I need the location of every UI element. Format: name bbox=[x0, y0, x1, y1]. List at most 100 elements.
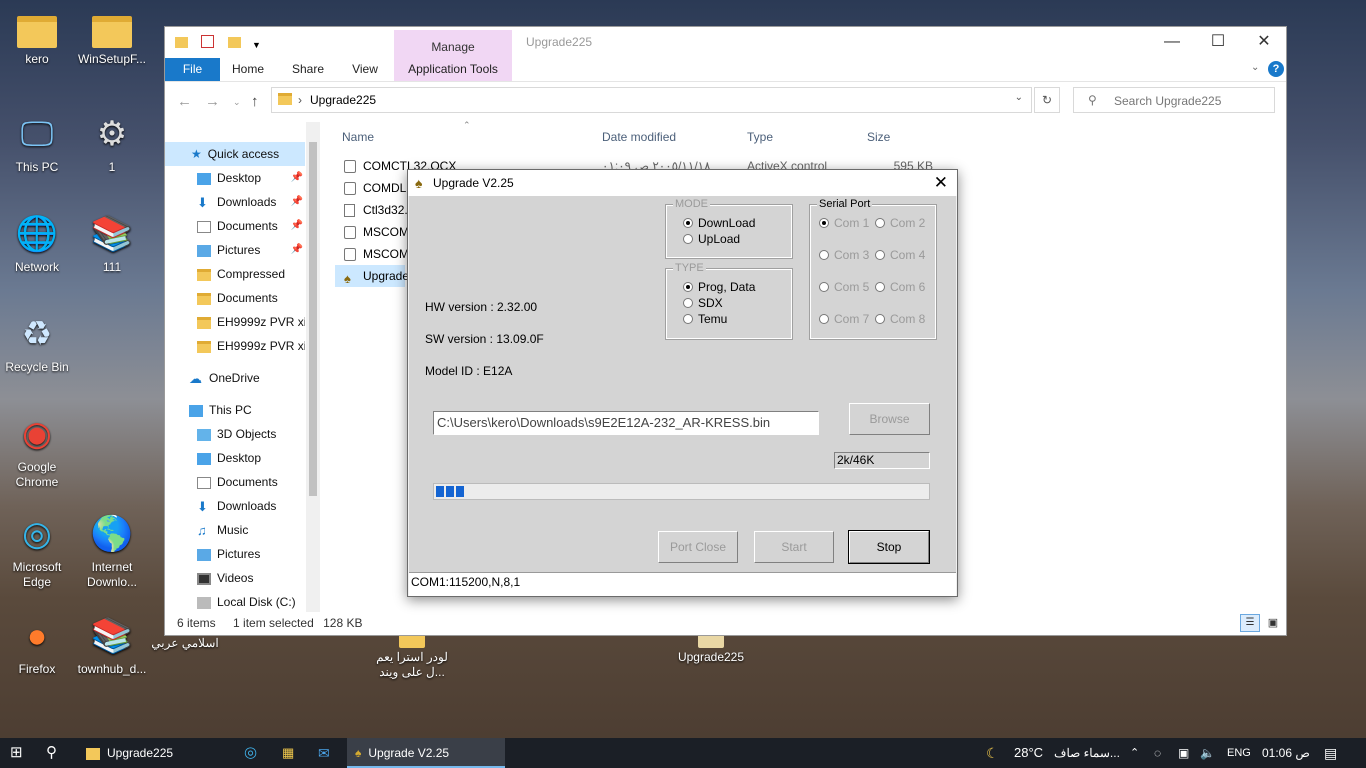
desktop-icon-arabic[interactable]: اسلامي عربي bbox=[150, 636, 220, 651]
desktop-icon-recycle-bin[interactable]: ♻ Recycle Bin bbox=[2, 312, 72, 375]
search-input[interactable]: ⚲ Search Upgrade225 bbox=[1073, 87, 1275, 113]
refresh-icon[interactable]: ↻ bbox=[1034, 87, 1060, 113]
taskbar-item-explorer[interactable]: Upgrade225 bbox=[80, 738, 238, 768]
radio-com3[interactable]: Com 3 bbox=[819, 248, 869, 262]
column-size[interactable]: Size bbox=[867, 130, 890, 144]
desktop-icon-kero[interactable]: kero bbox=[2, 10, 72, 67]
browse-button[interactable]: Browse bbox=[849, 403, 930, 435]
nav-music[interactable]: ♫ Music bbox=[165, 518, 305, 542]
search-icon[interactable]: ⚲ bbox=[46, 738, 70, 768]
windows-start-icon[interactable]: ⊞ bbox=[10, 738, 38, 768]
details-view-icon[interactable]: ☰ bbox=[1240, 614, 1260, 632]
maximize-button[interactable]: ☐ bbox=[1195, 27, 1241, 57]
nav-scrollbar[interactable] bbox=[306, 122, 320, 612]
scrollbar-thumb[interactable] bbox=[309, 142, 317, 496]
clock[interactable]: 01:06 ص bbox=[1262, 738, 1310, 768]
nav-documents[interactable]: Documents 📌 bbox=[165, 214, 305, 238]
breadcrumb[interactable]: Upgrade225 bbox=[310, 93, 376, 107]
radio-sdx[interactable]: SDX bbox=[683, 296, 723, 310]
taskbar-item-upgrade[interactable]: ♠ Upgrade V2.25 bbox=[347, 738, 505, 768]
port-close-button[interactable]: Port Close bbox=[658, 531, 738, 563]
desktop-icon-network[interactable]: 🌐 Network bbox=[2, 212, 72, 275]
tab-application-tools[interactable]: Application Tools bbox=[394, 58, 512, 81]
weather-temp[interactable]: 28°C bbox=[1014, 738, 1043, 768]
tab-view[interactable]: View bbox=[340, 58, 390, 81]
radio-prog-data[interactable]: Prog, Data bbox=[683, 280, 755, 294]
column-date[interactable]: Date modified bbox=[602, 130, 676, 144]
desktop-icon-firefox[interactable]: ● Firefox bbox=[2, 614, 72, 677]
nav-pc-documents[interactable]: Documents bbox=[165, 470, 305, 494]
mail-icon[interactable]: ✉ bbox=[318, 738, 340, 768]
desktop-icon-upgrade225[interactable]: Upgrade225 bbox=[676, 628, 746, 665]
nav-pc-downloads[interactable]: ⬇ Downloads bbox=[165, 494, 305, 518]
chevron-down-icon[interactable]: ▼ bbox=[252, 40, 261, 50]
column-type[interactable]: Type bbox=[747, 130, 773, 144]
moon-weather-icon[interactable]: ☾ bbox=[986, 738, 999, 768]
radio-com2[interactable]: Com 2 bbox=[875, 216, 925, 230]
nav-pc-desktop[interactable]: Desktop bbox=[165, 446, 305, 470]
nav-onedrive[interactable]: ☁ OneDrive bbox=[165, 366, 305, 390]
start-button[interactable]: Start bbox=[754, 531, 834, 563]
nav-pc-pictures[interactable]: Pictures bbox=[165, 542, 305, 566]
tab-file[interactable]: File bbox=[165, 58, 220, 81]
desktop-icon-idm[interactable]: 🌎 Internet Downlo... bbox=[77, 512, 147, 590]
help-icon[interactable]: ? bbox=[1268, 61, 1284, 77]
nav-3d-objects[interactable]: 3D Objects bbox=[165, 422, 305, 446]
radio-download[interactable]: DownLoad bbox=[683, 216, 755, 230]
chevron-down-icon[interactable]: ⌄ bbox=[1251, 62, 1259, 73]
dialog-close-button[interactable]: ✕ bbox=[934, 170, 948, 196]
nav-documents-folder[interactable]: Documents bbox=[165, 286, 305, 310]
nav-videos[interactable]: Videos bbox=[165, 566, 305, 590]
nav-quick-access[interactable]: ★ Quick access bbox=[165, 142, 305, 166]
nav-desktop[interactable]: Desktop 📌 bbox=[165, 166, 305, 190]
folder-icon[interactable] bbox=[175, 37, 188, 48]
forward-arrow-icon[interactable]: → bbox=[205, 93, 220, 110]
radio-com5[interactable]: Com 5 bbox=[819, 280, 869, 294]
address-bar[interactable]: › Upgrade225 ⌄ bbox=[271, 87, 1032, 113]
meet-icon[interactable]: ◌ bbox=[1154, 738, 1161, 768]
back-arrow-icon[interactable]: ← bbox=[177, 93, 192, 110]
nav-local-disk[interactable]: Local Disk (C:) bbox=[165, 590, 305, 612]
minimize-button[interactable]: — bbox=[1149, 27, 1195, 57]
radio-temu[interactable]: Temu bbox=[683, 312, 727, 326]
radio-com1[interactable]: Com 1 bbox=[819, 216, 869, 230]
radio-com8[interactable]: Com 8 bbox=[875, 312, 925, 326]
stop-button[interactable]: Stop bbox=[848, 530, 930, 564]
file-path-field[interactable]: C:\Users\kero\Downloads\s9E2E12A-232_AR-… bbox=[433, 411, 819, 435]
chevron-down-icon[interactable]: ⌄ bbox=[233, 97, 241, 108]
radio-com4[interactable]: Com 4 bbox=[875, 248, 925, 262]
file-row-selected[interactable]: ♠ Upgrade bbox=[335, 265, 409, 287]
nav-eh9999z-2[interactable]: EH9999z PVR xii bbox=[165, 334, 305, 358]
new-folder-icon[interactable] bbox=[227, 37, 241, 48]
nav-eh9999z-1[interactable]: EH9999z PVR xii bbox=[165, 310, 305, 334]
desktop-icon-111[interactable]: 📚 111 bbox=[77, 212, 147, 275]
properties-icon[interactable] bbox=[201, 35, 215, 48]
tab-share[interactable]: Share bbox=[283, 58, 333, 81]
desktop-icon-loader[interactable]: لودر استرا يعم ل على ويند... bbox=[375, 628, 449, 680]
store-icon[interactable]: ▦ bbox=[282, 738, 302, 768]
notification-icon[interactable]: ▤ bbox=[1324, 738, 1337, 768]
desktop-icon-1[interactable]: ⚙ 1 bbox=[77, 112, 147, 175]
tab-home[interactable]: Home bbox=[223, 58, 273, 81]
desktop-icon-winsetup[interactable]: WinSetupF... bbox=[77, 10, 147, 67]
nav-pictures[interactable]: Pictures 📌 bbox=[165, 238, 305, 262]
column-name[interactable]: Name bbox=[342, 130, 374, 144]
chevron-up-icon[interactable]: ⌃ bbox=[1130, 738, 1139, 768]
nav-downloads[interactable]: ⬇ Downloads 📌 bbox=[165, 190, 305, 214]
desktop-icon-this-pc[interactable]: 🖵 This PC bbox=[2, 112, 72, 175]
desktop-icon-edge[interactable]: ◎ Microsoft Edge bbox=[2, 512, 72, 590]
radio-com6[interactable]: Com 6 bbox=[875, 280, 925, 294]
radio-upload[interactable]: UpLoad bbox=[683, 232, 740, 246]
language-indicator[interactable]: ENG bbox=[1227, 738, 1251, 768]
chevron-down-icon[interactable]: ⌄ bbox=[1015, 92, 1023, 103]
edge-icon[interactable]: ◎ bbox=[244, 738, 268, 768]
close-button[interactable]: ✕ bbox=[1241, 27, 1287, 57]
large-icons-view-icon[interactable]: ▣ bbox=[1264, 614, 1282, 632]
volume-icon[interactable]: 🔈 bbox=[1200, 738, 1215, 768]
network-icon[interactable]: ▣ bbox=[1178, 738, 1189, 768]
desktop-icon-chrome[interactable]: ◉ Google Chrome bbox=[2, 412, 72, 490]
up-arrow-icon[interactable]: ↑ bbox=[251, 93, 259, 110]
radio-com7[interactable]: Com 7 bbox=[819, 312, 869, 326]
desktop-icon-townhub[interactable]: 📚 townhub_d... bbox=[77, 614, 147, 677]
weather-text[interactable]: سماء صاف... bbox=[1054, 738, 1120, 768]
